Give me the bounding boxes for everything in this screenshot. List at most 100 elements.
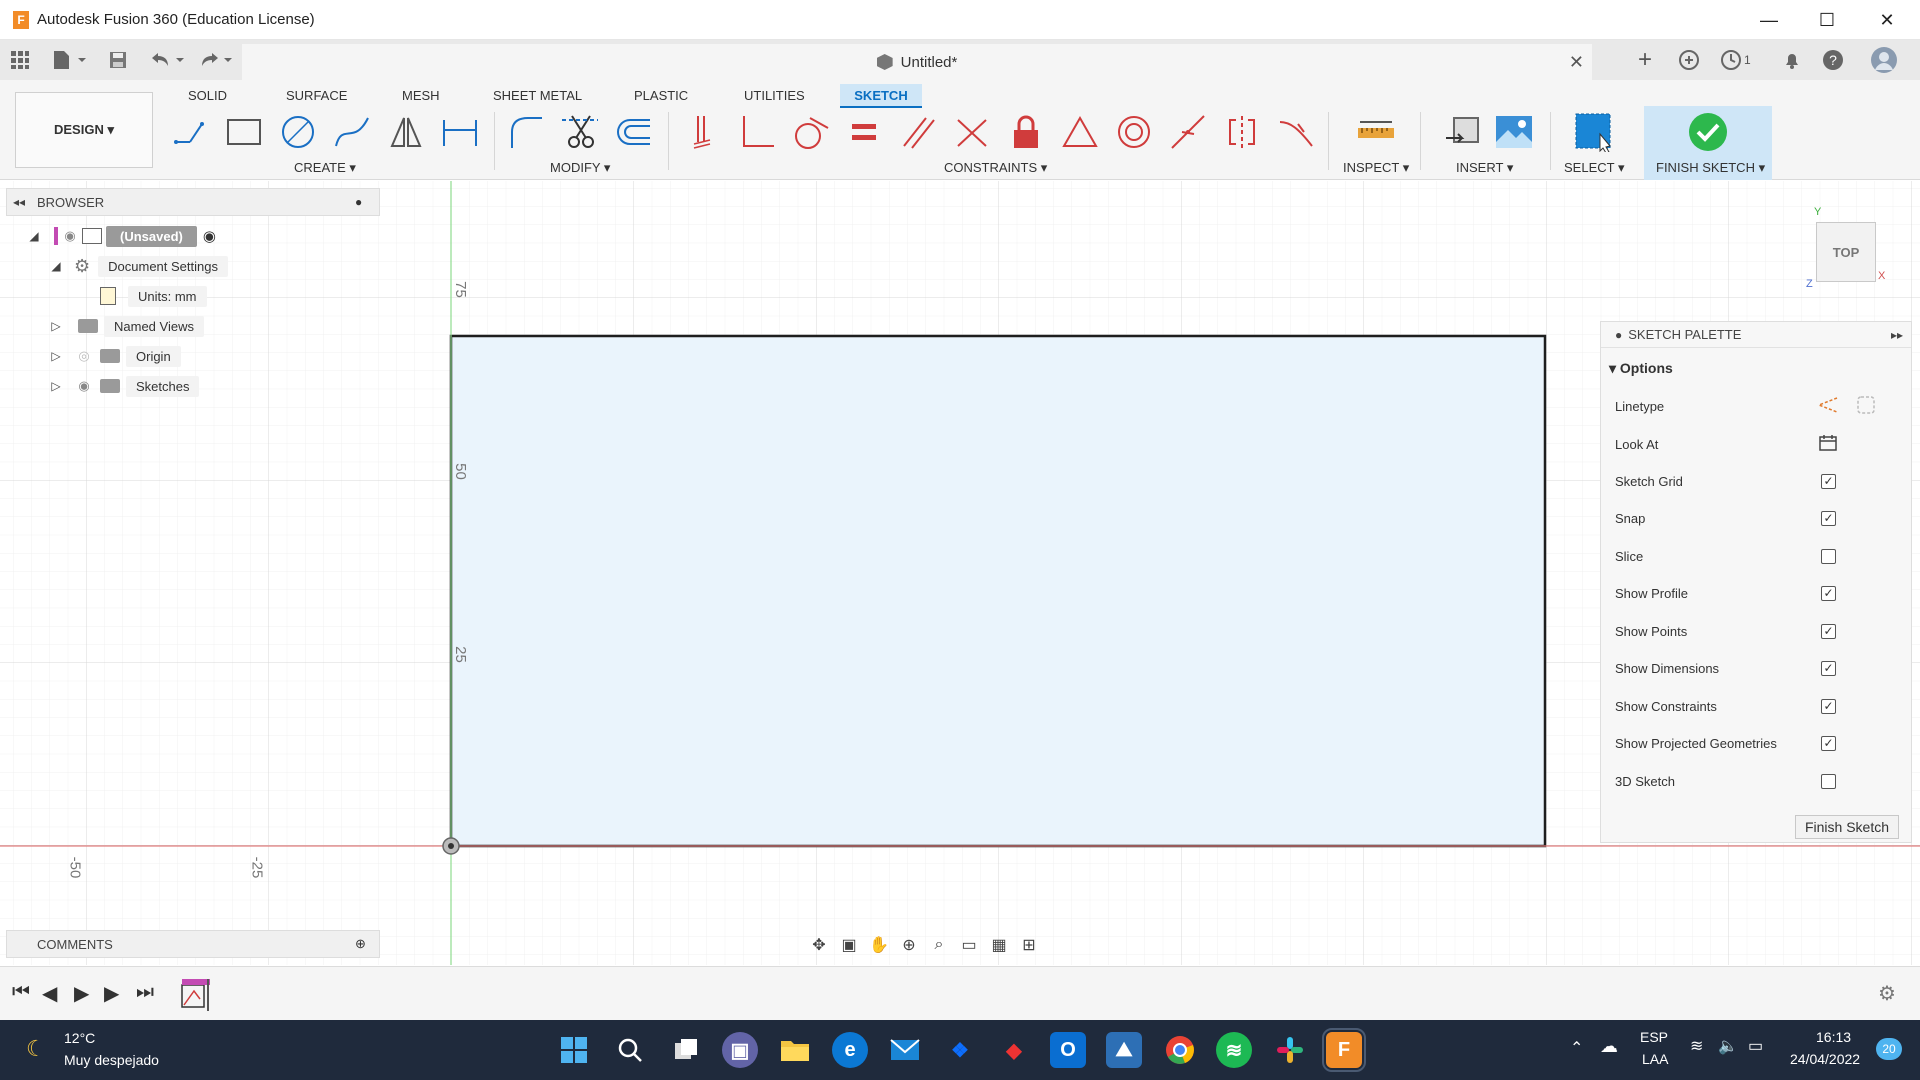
expand-triangle-icon[interactable]: ▷ [48,349,64,363]
redo-icon[interactable] [198,48,236,72]
midpoint-constraint-icon[interactable] [1166,110,1210,154]
snap-checkbox[interactable]: ✓ [1821,510,1836,526]
fillet-tool-icon[interactable] [504,110,548,154]
pan-hand-icon[interactable]: ✋ [866,933,892,957]
onedrive-cloud-icon[interactable]: ☁ [1600,1036,1618,1057]
chrome-icon[interactable] [1162,1032,1198,1068]
spline-tool-icon[interactable] [330,110,374,154]
step-forward-icon[interactable]: ▶ [104,981,119,1006]
user-avatar[interactable] [1870,47,1898,73]
tree-item-origin[interactable]: ▷ ◎ Origin [48,344,181,368]
weather-temperature[interactable]: 12°C [64,1030,95,1046]
expand-triangle-icon[interactable]: ▷ [48,379,64,393]
select-menu[interactable]: SELECT ▾ [1564,160,1624,176]
centerline-linetype-icon[interactable] [1855,394,1877,419]
show-constraints-checkbox[interactable]: ✓ [1821,698,1836,714]
edge-browser-icon[interactable]: e [832,1032,868,1068]
keyboard-language[interactable]: ESP [1640,1029,1668,1045]
close-window-button[interactable]: ✕ [1858,0,1916,40]
insert-derive-icon[interactable] [1440,110,1484,154]
triangle-constraint-icon[interactable] [1058,110,1102,154]
notifications-bell-icon[interactable] [1782,48,1802,72]
teams-chat-icon[interactable]: ▣ [722,1032,758,1068]
finish-sketch-group[interactable]: FINISH SKETCH ▾ [1644,106,1772,180]
options-section-header[interactable]: ▾ Options [1609,360,1673,377]
tree-root-unsaved[interactable]: ◢ ◉ (Unsaved) ◉ [26,224,216,248]
curvature-constraint-icon[interactable] [1274,110,1318,154]
look-at-icon[interactable] [1817,432,1839,457]
app-grid-icon[interactable] [10,48,30,72]
file-menu-icon[interactable] [52,48,86,72]
sketch-rectangle[interactable] [449,334,1547,848]
slice-checkbox[interactable] [1821,548,1836,564]
fit-zoom-icon[interactable]: ⌕ [926,933,952,957]
symmetry-constraint-icon[interactable] [1220,110,1264,154]
collapse-triangle-icon[interactable]: ◢ [48,259,64,273]
trim-tool-icon[interactable] [558,110,602,154]
expand-palette-icon[interactable]: ▸▸ [1891,328,1903,342]
finish-sketch-check-icon[interactable] [1688,112,1728,155]
clock-date[interactable]: 24/04/2022 [1790,1051,1860,1067]
visibility-eye-icon[interactable]: ◉ [72,378,96,394]
minimize-button[interactable]: — [1740,0,1798,40]
dimension-tool-icon[interactable] [438,110,482,154]
rectangle-tool-icon[interactable] [222,110,266,154]
add-comment-icon[interactable]: ⊕ [355,936,366,952]
line-tool-icon[interactable] [170,110,214,154]
insert-canvas-image-icon[interactable] [1492,110,1536,154]
step-back-icon[interactable]: ◀ [42,981,57,1006]
tree-item-units[interactable]: Units: mm [96,284,207,308]
modify-menu[interactable]: MODIFY ▾ [550,160,610,176]
fusion-360-taskbar-icon[interactable]: F [1322,1028,1366,1072]
wifi-icon[interactable]: ≋ [1690,1036,1703,1056]
collapse-browser-icon[interactable]: ◂◂ [13,195,25,209]
comments-panel-header[interactable]: COMMENTS ⊕ [6,930,380,958]
clock-time[interactable]: 16:13 [1816,1029,1851,1045]
extensions-icon[interactable] [1678,48,1700,72]
tab-plastic[interactable]: PLASTIC [628,84,694,108]
look-at-icon[interactable]: ▣ [836,933,862,957]
select-tool-icon[interactable] [1572,110,1616,154]
construction-linetype-icon[interactable] [1816,394,1839,419]
play-icon[interactable]: ▶ [74,981,89,1006]
timeline-sketch-feature[interactable] [180,979,214,1011]
collapse-triangle-icon[interactable]: ◢ [26,229,42,243]
go-to-start-icon[interactable]: ⏮ [12,981,30,1004]
weather-description[interactable]: Muy despejado [64,1052,159,1068]
finish-sketch-button[interactable]: Finish Sketch [1795,815,1899,839]
show-hidden-icons-chevron[interactable]: ⌃ [1570,1038,1583,1058]
task-view-icon[interactable] [668,1032,704,1068]
circle-tool-icon[interactable] [276,110,320,154]
tab-mesh[interactable]: MESH [396,84,446,108]
coincident-constraint-icon[interactable] [680,110,724,154]
expand-triangle-icon[interactable]: ▷ [48,319,64,333]
grid-settings-icon[interactable]: ▦ [986,933,1012,957]
perpendicular-constraint-icon[interactable] [734,110,778,154]
constraints-menu[interactable]: CONSTRAINTS ▾ [944,160,1047,176]
weather-moon-icon[interactable]: ☾ [26,1036,46,1062]
job-status-icon[interactable]: 1 [1720,48,1751,72]
viewcube[interactable]: TOP [1816,222,1876,282]
workspace-switcher-button[interactable]: DESIGN ▾ [15,92,153,168]
tab-solid[interactable]: SOLID [182,84,233,108]
spotify-icon[interactable]: ≋ [1216,1032,1252,1068]
concentric-constraint-icon[interactable] [1112,110,1156,154]
go-to-end-icon[interactable]: ⏭ [136,981,154,1004]
3d-sketch-checkbox[interactable] [1821,773,1836,789]
hidden-eye-icon[interactable]: ◎ [72,348,96,364]
inspect-menu[interactable]: INSPECT ▾ [1343,160,1409,176]
browser-panel-header[interactable]: ◂◂ BROWSER ● [6,188,380,216]
parallel-constraint-icon[interactable] [896,110,940,154]
dropbox-icon[interactable]: ❖ [942,1032,978,1068]
mirror-tool-icon[interactable] [384,110,428,154]
battery-icon[interactable]: ▭ [1748,1036,1763,1056]
tab-surface[interactable]: SURFACE [280,84,353,108]
keyboard-layout[interactable]: LAA [1642,1051,1668,1067]
document-tab[interactable]: Untitled* ✕ [242,44,1592,80]
finish-sketch-menu[interactable]: FINISH SKETCH ▾ [1656,160,1765,176]
new-tab-icon[interactable]: + [1638,46,1652,73]
slack-icon[interactable] [1272,1032,1308,1068]
palette-minimize-icon[interactable]: ● [1615,328,1622,342]
file-explorer-icon[interactable] [777,1032,813,1068]
visibility-eye-icon[interactable]: ◉ [58,228,82,244]
